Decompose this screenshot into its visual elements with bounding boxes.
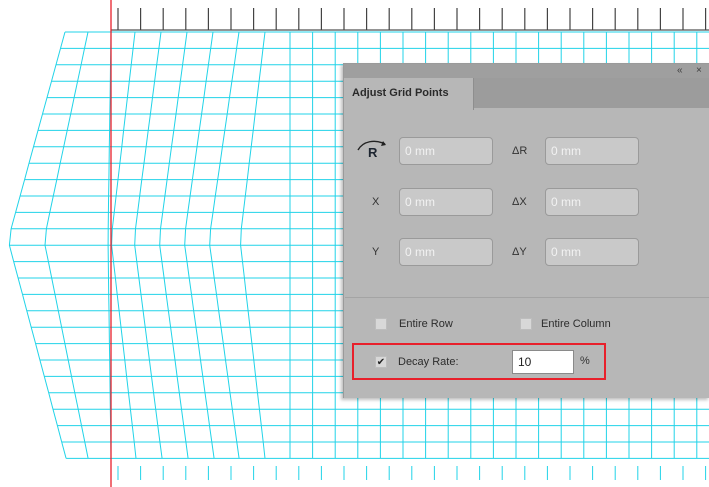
decay-rate-input[interactable]: 10 — [512, 350, 574, 374]
panel-tabstrip: Adjust Grid Points — [344, 78, 709, 110]
entire-row-checkbox[interactable] — [375, 318, 387, 330]
collapse-icon[interactable]: « — [677, 64, 683, 78]
decay-rate-checkbox[interactable]: ✔ — [375, 356, 387, 368]
y-field[interactable]: 0 mm — [399, 238, 493, 266]
delta-x-label: ΔX — [512, 196, 527, 208]
panel-titlebar[interactable]: « × — [344, 64, 709, 78]
delta-y-label: ΔY — [512, 246, 527, 258]
delta-y-field[interactable]: 0 mm — [545, 238, 639, 266]
adjust-grid-points-panel: « × Adjust Grid Points R 0 mm ΔR 0 mm X … — [343, 63, 709, 398]
close-icon[interactable]: × — [696, 64, 702, 78]
delta-x-field[interactable]: 0 mm — [545, 188, 639, 216]
panel-divider — [345, 297, 709, 298]
entire-row-label: Entire Row — [399, 318, 453, 330]
decay-rate-label: Decay Rate: — [398, 356, 459, 368]
rotation-label: R — [368, 145, 378, 160]
delta-r-label: ΔR — [512, 145, 528, 157]
entire-column-label: Entire Column — [541, 318, 611, 330]
percent-unit-label: % — [580, 355, 590, 367]
y-label: Y — [372, 246, 380, 258]
delta-r-field[interactable]: 0 mm — [545, 137, 639, 165]
rotation-field[interactable]: 0 mm — [399, 137, 493, 165]
x-label: X — [372, 196, 380, 208]
entire-column-checkbox[interactable] — [520, 318, 532, 330]
x-field[interactable]: 0 mm — [399, 188, 493, 216]
tab-adjust-grid-points[interactable]: Adjust Grid Points — [344, 78, 474, 110]
